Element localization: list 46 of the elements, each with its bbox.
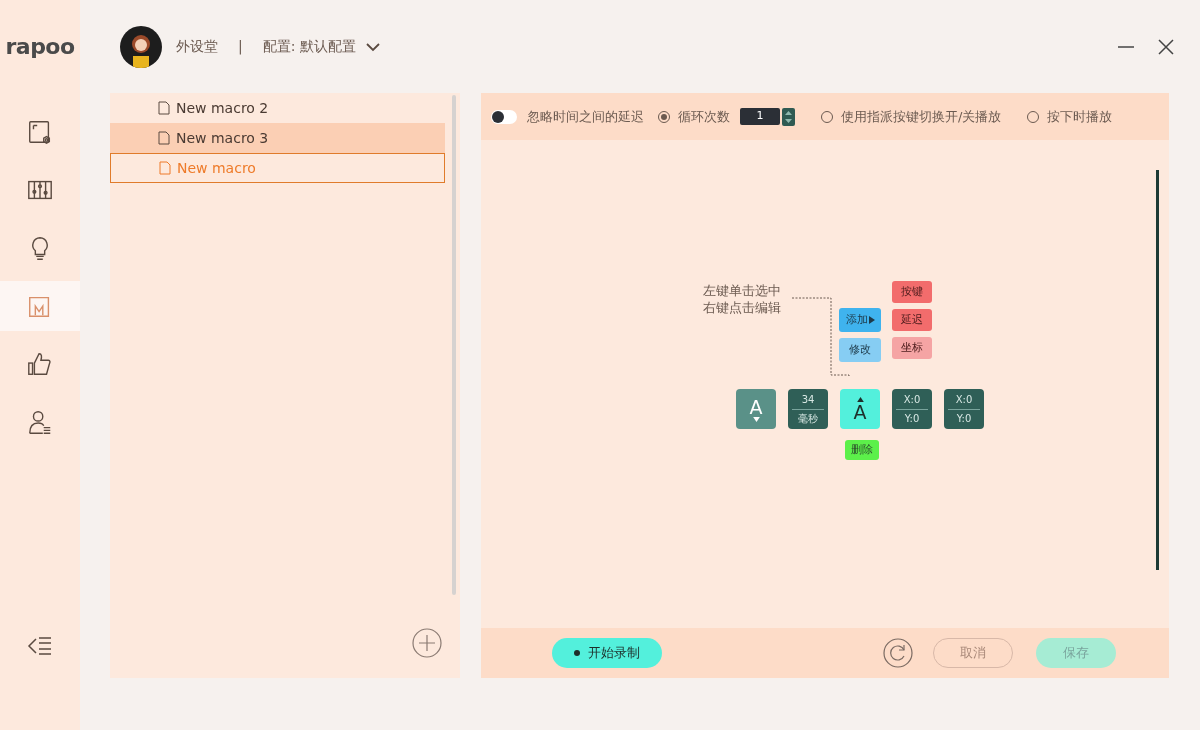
menu-item[interactable]: 添加: [839, 308, 881, 332]
submenu-item[interactable]: 延迟: [892, 309, 932, 331]
close-icon[interactable]: [1156, 36, 1176, 57]
key-label: A: [749, 396, 763, 417]
document-icon: [159, 161, 171, 175]
chevron-down-icon: [365, 41, 380, 52]
logo: rapoo: [5, 33, 75, 61]
refresh-icon[interactable]: [883, 638, 913, 668]
delay-unit: 毫秒: [798, 411, 818, 426]
delay-step[interactable]: 34 毫秒: [788, 389, 828, 429]
key-label: A: [853, 401, 867, 422]
key-step[interactable]: A: [840, 389, 880, 429]
key-step[interactable]: A: [736, 389, 776, 429]
option-label: 忽略时间之间的延迟: [527, 107, 644, 126]
macro-list-item[interactable]: New macro 3: [110, 123, 445, 153]
thumbs-up-icon: [26, 350, 54, 378]
option-label: 使用指派按键切换开/关播放: [841, 107, 1002, 126]
profile-dropdown[interactable]: 配置: 默认配置: [262, 36, 380, 57]
coordinate-step[interactable]: X:0 Y:0: [892, 389, 932, 429]
option-label: 按下时播放: [1047, 107, 1113, 126]
document-icon: [158, 131, 170, 145]
menu-item[interactable]: 修改: [839, 338, 881, 362]
user-name: 外设堂: [176, 37, 218, 56]
record-button[interactable]: 开始录制: [552, 638, 662, 668]
coordinate-step[interactable]: X:0 Y:0: [944, 389, 984, 429]
x-coordinate: X:0: [955, 392, 973, 407]
add-icon[interactable]: [412, 628, 442, 658]
separator: |: [238, 37, 243, 57]
delete-button[interactable]: 删除: [845, 440, 879, 460]
avatar[interactable]: [120, 25, 162, 68]
collapse-menu-icon[interactable]: [26, 634, 54, 658]
toggle-switch[interactable]: [491, 109, 517, 124]
submenu-item[interactable]: 按键: [892, 281, 932, 303]
stepper-icon[interactable]: [782, 107, 795, 126]
submenu-item[interactable]: 坐标: [892, 337, 932, 359]
option-label: 循环次数: [678, 107, 730, 126]
document-icon: [158, 101, 170, 115]
scrollbar[interactable]: [1156, 170, 1159, 570]
record-dot-icon: [574, 650, 580, 656]
count-field[interactable]: 1: [740, 108, 780, 125]
hint-text: 左键单击选中 右键点击编辑: [703, 282, 781, 316]
y-coordinate: Y:0: [904, 411, 920, 426]
scrollbar[interactable]: [452, 95, 456, 595]
y-coordinate: Y:0: [956, 411, 972, 426]
delay-value: 34: [801, 392, 815, 407]
x-coordinate: X:0: [903, 392, 921, 407]
